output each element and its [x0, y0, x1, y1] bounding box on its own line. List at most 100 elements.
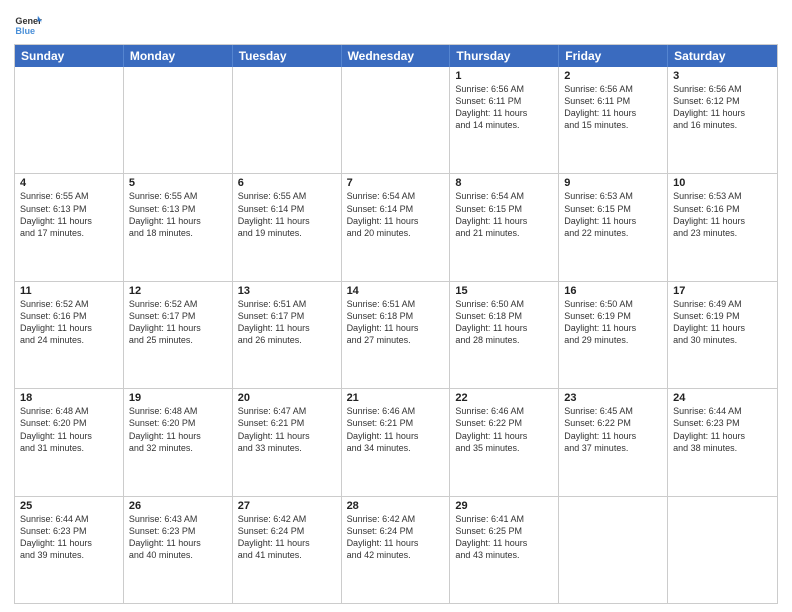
cell-date-number: 7 [347, 177, 445, 189]
cell-date-number: 9 [564, 177, 662, 189]
cell-date-number: 24 [673, 392, 772, 404]
cell-info-text: Sunrise: 6:52 AM Sunset: 6:16 PM Dayligh… [20, 298, 118, 347]
cell-date-number: 11 [20, 285, 118, 297]
cell-info-text: Sunrise: 6:54 AM Sunset: 6:14 PM Dayligh… [347, 190, 445, 239]
cell-info-text: Sunrise: 6:52 AM Sunset: 6:17 PM Dayligh… [129, 298, 227, 347]
calendar-row-0: 1Sunrise: 6:56 AM Sunset: 6:11 PM Daylig… [15, 67, 777, 173]
cell-date-number: 14 [347, 285, 445, 297]
calendar-day-9: 9Sunrise: 6:53 AM Sunset: 6:15 PM Daylig… [559, 174, 668, 280]
cell-info-text: Sunrise: 6:48 AM Sunset: 6:20 PM Dayligh… [129, 405, 227, 454]
calendar-day-empty-4-6 [668, 497, 777, 603]
logo-icon: General Blue [14, 10, 42, 38]
calendar-row-4: 25Sunrise: 6:44 AM Sunset: 6:23 PM Dayli… [15, 496, 777, 603]
header-day-tuesday: Tuesday [233, 45, 342, 67]
cell-info-text: Sunrise: 6:47 AM Sunset: 6:21 PM Dayligh… [238, 405, 336, 454]
calendar-day-4: 4Sunrise: 6:55 AM Sunset: 6:13 PM Daylig… [15, 174, 124, 280]
cell-date-number: 19 [129, 392, 227, 404]
cell-info-text: Sunrise: 6:54 AM Sunset: 6:15 PM Dayligh… [455, 190, 553, 239]
logo: General Blue [14, 10, 42, 38]
cell-info-text: Sunrise: 6:42 AM Sunset: 6:24 PM Dayligh… [347, 513, 445, 562]
cell-date-number: 4 [20, 177, 118, 189]
cell-date-number: 17 [673, 285, 772, 297]
cell-date-number: 21 [347, 392, 445, 404]
cell-info-text: Sunrise: 6:46 AM Sunset: 6:22 PM Dayligh… [455, 405, 553, 454]
cell-info-text: Sunrise: 6:56 AM Sunset: 6:11 PM Dayligh… [564, 83, 662, 132]
calendar-day-19: 19Sunrise: 6:48 AM Sunset: 6:20 PM Dayli… [124, 389, 233, 495]
calendar-day-25: 25Sunrise: 6:44 AM Sunset: 6:23 PM Dayli… [15, 497, 124, 603]
header-day-monday: Monday [124, 45, 233, 67]
cell-date-number: 20 [238, 392, 336, 404]
cell-date-number: 18 [20, 392, 118, 404]
cell-date-number: 29 [455, 500, 553, 512]
cell-info-text: Sunrise: 6:56 AM Sunset: 6:12 PM Dayligh… [673, 83, 772, 132]
calendar-day-12: 12Sunrise: 6:52 AM Sunset: 6:17 PM Dayli… [124, 282, 233, 388]
calendar-day-2: 2Sunrise: 6:56 AM Sunset: 6:11 PM Daylig… [559, 67, 668, 173]
cell-info-text: Sunrise: 6:41 AM Sunset: 6:25 PM Dayligh… [455, 513, 553, 562]
header-day-saturday: Saturday [668, 45, 777, 67]
calendar-header: SundayMondayTuesdayWednesdayThursdayFrid… [15, 45, 777, 67]
calendar-day-16: 16Sunrise: 6:50 AM Sunset: 6:19 PM Dayli… [559, 282, 668, 388]
calendar-day-3: 3Sunrise: 6:56 AM Sunset: 6:12 PM Daylig… [668, 67, 777, 173]
cell-info-text: Sunrise: 6:46 AM Sunset: 6:21 PM Dayligh… [347, 405, 445, 454]
header-day-sunday: Sunday [15, 45, 124, 67]
calendar-day-27: 27Sunrise: 6:42 AM Sunset: 6:24 PM Dayli… [233, 497, 342, 603]
page: General Blue SundayMondayTuesdayWednesda… [0, 0, 792, 612]
cell-date-number: 10 [673, 177, 772, 189]
calendar-day-empty-0-0 [15, 67, 124, 173]
cell-info-text: Sunrise: 6:53 AM Sunset: 6:15 PM Dayligh… [564, 190, 662, 239]
calendar-row-3: 18Sunrise: 6:48 AM Sunset: 6:20 PM Dayli… [15, 388, 777, 495]
cell-info-text: Sunrise: 6:55 AM Sunset: 6:13 PM Dayligh… [129, 190, 227, 239]
calendar-day-20: 20Sunrise: 6:47 AM Sunset: 6:21 PM Dayli… [233, 389, 342, 495]
calendar-day-17: 17Sunrise: 6:49 AM Sunset: 6:19 PM Dayli… [668, 282, 777, 388]
cell-date-number: 13 [238, 285, 336, 297]
calendar-day-23: 23Sunrise: 6:45 AM Sunset: 6:22 PM Dayli… [559, 389, 668, 495]
calendar-row-2: 11Sunrise: 6:52 AM Sunset: 6:16 PM Dayli… [15, 281, 777, 388]
cell-date-number: 22 [455, 392, 553, 404]
cell-info-text: Sunrise: 6:43 AM Sunset: 6:23 PM Dayligh… [129, 513, 227, 562]
cell-date-number: 28 [347, 500, 445, 512]
calendar-day-empty-4-5 [559, 497, 668, 603]
cell-info-text: Sunrise: 6:56 AM Sunset: 6:11 PM Dayligh… [455, 83, 553, 132]
cell-info-text: Sunrise: 6:44 AM Sunset: 6:23 PM Dayligh… [673, 405, 772, 454]
header-day-wednesday: Wednesday [342, 45, 451, 67]
cell-info-text: Sunrise: 6:48 AM Sunset: 6:20 PM Dayligh… [20, 405, 118, 454]
cell-date-number: 27 [238, 500, 336, 512]
calendar-day-8: 8Sunrise: 6:54 AM Sunset: 6:15 PM Daylig… [450, 174, 559, 280]
top-section: General Blue [14, 10, 778, 38]
calendar-day-11: 11Sunrise: 6:52 AM Sunset: 6:16 PM Dayli… [15, 282, 124, 388]
cell-info-text: Sunrise: 6:45 AM Sunset: 6:22 PM Dayligh… [564, 405, 662, 454]
calendar-day-empty-0-2 [233, 67, 342, 173]
calendar-day-empty-0-1 [124, 67, 233, 173]
calendar-day-13: 13Sunrise: 6:51 AM Sunset: 6:17 PM Dayli… [233, 282, 342, 388]
cell-info-text: Sunrise: 6:51 AM Sunset: 6:18 PM Dayligh… [347, 298, 445, 347]
cell-info-text: Sunrise: 6:42 AM Sunset: 6:24 PM Dayligh… [238, 513, 336, 562]
cell-info-text: Sunrise: 6:55 AM Sunset: 6:13 PM Dayligh… [20, 190, 118, 239]
calendar-day-14: 14Sunrise: 6:51 AM Sunset: 6:18 PM Dayli… [342, 282, 451, 388]
calendar-day-22: 22Sunrise: 6:46 AM Sunset: 6:22 PM Dayli… [450, 389, 559, 495]
cell-date-number: 15 [455, 285, 553, 297]
cell-date-number: 16 [564, 285, 662, 297]
cell-date-number: 3 [673, 70, 772, 82]
cell-date-number: 23 [564, 392, 662, 404]
cell-date-number: 5 [129, 177, 227, 189]
calendar-day-empty-0-3 [342, 67, 451, 173]
calendar-body: 1Sunrise: 6:56 AM Sunset: 6:11 PM Daylig… [15, 67, 777, 603]
cell-info-text: Sunrise: 6:49 AM Sunset: 6:19 PM Dayligh… [673, 298, 772, 347]
cell-info-text: Sunrise: 6:55 AM Sunset: 6:14 PM Dayligh… [238, 190, 336, 239]
cell-info-text: Sunrise: 6:50 AM Sunset: 6:19 PM Dayligh… [564, 298, 662, 347]
cell-info-text: Sunrise: 6:53 AM Sunset: 6:16 PM Dayligh… [673, 190, 772, 239]
cell-info-text: Sunrise: 6:51 AM Sunset: 6:17 PM Dayligh… [238, 298, 336, 347]
header-day-friday: Friday [559, 45, 668, 67]
calendar-row-1: 4Sunrise: 6:55 AM Sunset: 6:13 PM Daylig… [15, 173, 777, 280]
calendar-day-28: 28Sunrise: 6:42 AM Sunset: 6:24 PM Dayli… [342, 497, 451, 603]
svg-text:Blue: Blue [15, 26, 35, 36]
calendar-day-6: 6Sunrise: 6:55 AM Sunset: 6:14 PM Daylig… [233, 174, 342, 280]
cell-date-number: 8 [455, 177, 553, 189]
calendar-day-1: 1Sunrise: 6:56 AM Sunset: 6:11 PM Daylig… [450, 67, 559, 173]
cell-date-number: 12 [129, 285, 227, 297]
cell-date-number: 1 [455, 70, 553, 82]
calendar: SundayMondayTuesdayWednesdayThursdayFrid… [14, 44, 778, 604]
cell-info-text: Sunrise: 6:50 AM Sunset: 6:18 PM Dayligh… [455, 298, 553, 347]
calendar-day-5: 5Sunrise: 6:55 AM Sunset: 6:13 PM Daylig… [124, 174, 233, 280]
cell-date-number: 6 [238, 177, 336, 189]
